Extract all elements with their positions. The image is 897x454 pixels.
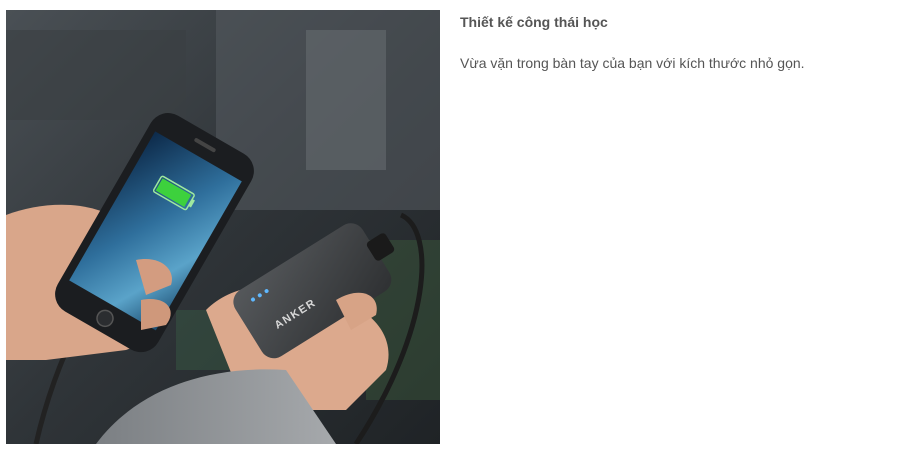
feature-description: Vừa vặn trong bàn tay của bạn với kích t… xyxy=(460,55,805,71)
feature-title: Thiết kế công thái học xyxy=(460,14,608,30)
product-feature-section: ANKER Thiết kế công thái học Vừa vặn tro… xyxy=(0,0,897,454)
product-photo: ANKER xyxy=(6,10,440,444)
feature-text: Thiết kế công thái học Vừa vặn trong bàn… xyxy=(460,12,880,74)
